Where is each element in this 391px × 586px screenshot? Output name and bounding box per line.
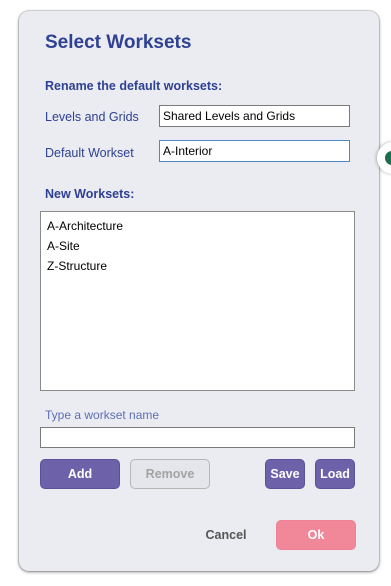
workset-name-input[interactable]	[40, 427, 355, 448]
new-worksets-label: New Worksets:	[45, 187, 135, 201]
add-button[interactable]: Add	[40, 459, 120, 489]
default-workset-input[interactable]	[159, 140, 350, 162]
load-button[interactable]: Load	[315, 459, 355, 489]
list-item[interactable]: A-Architecture	[41, 216, 354, 236]
list-item[interactable]: Z-Structure	[41, 256, 354, 276]
levels-and-grids-label: Levels and Grids	[45, 110, 139, 124]
list-item[interactable]: A-Site	[41, 236, 354, 256]
ok-button[interactable]: Ok	[276, 520, 356, 550]
default-workset-label: Default Workset	[45, 146, 134, 160]
rename-section-label: Rename the default worksets:	[45, 79, 223, 93]
workset-name-label: Type a workset name	[45, 408, 160, 422]
select-worksets-dialog: Select Worksets Rename the default works…	[19, 11, 379, 571]
levels-and-grids-input[interactable]	[159, 105, 350, 127]
save-button[interactable]: Save	[265, 459, 305, 489]
dialog-title: Select Worksets	[45, 32, 192, 53]
side-panel-handle[interactable]	[377, 142, 391, 174]
cancel-button[interactable]: Cancel	[191, 520, 261, 550]
remove-button[interactable]: Remove	[130, 459, 210, 489]
handle-dot-icon	[385, 151, 391, 165]
new-worksets-list[interactable]: A-Architecture A-Site Z-Structure	[40, 211, 355, 391]
